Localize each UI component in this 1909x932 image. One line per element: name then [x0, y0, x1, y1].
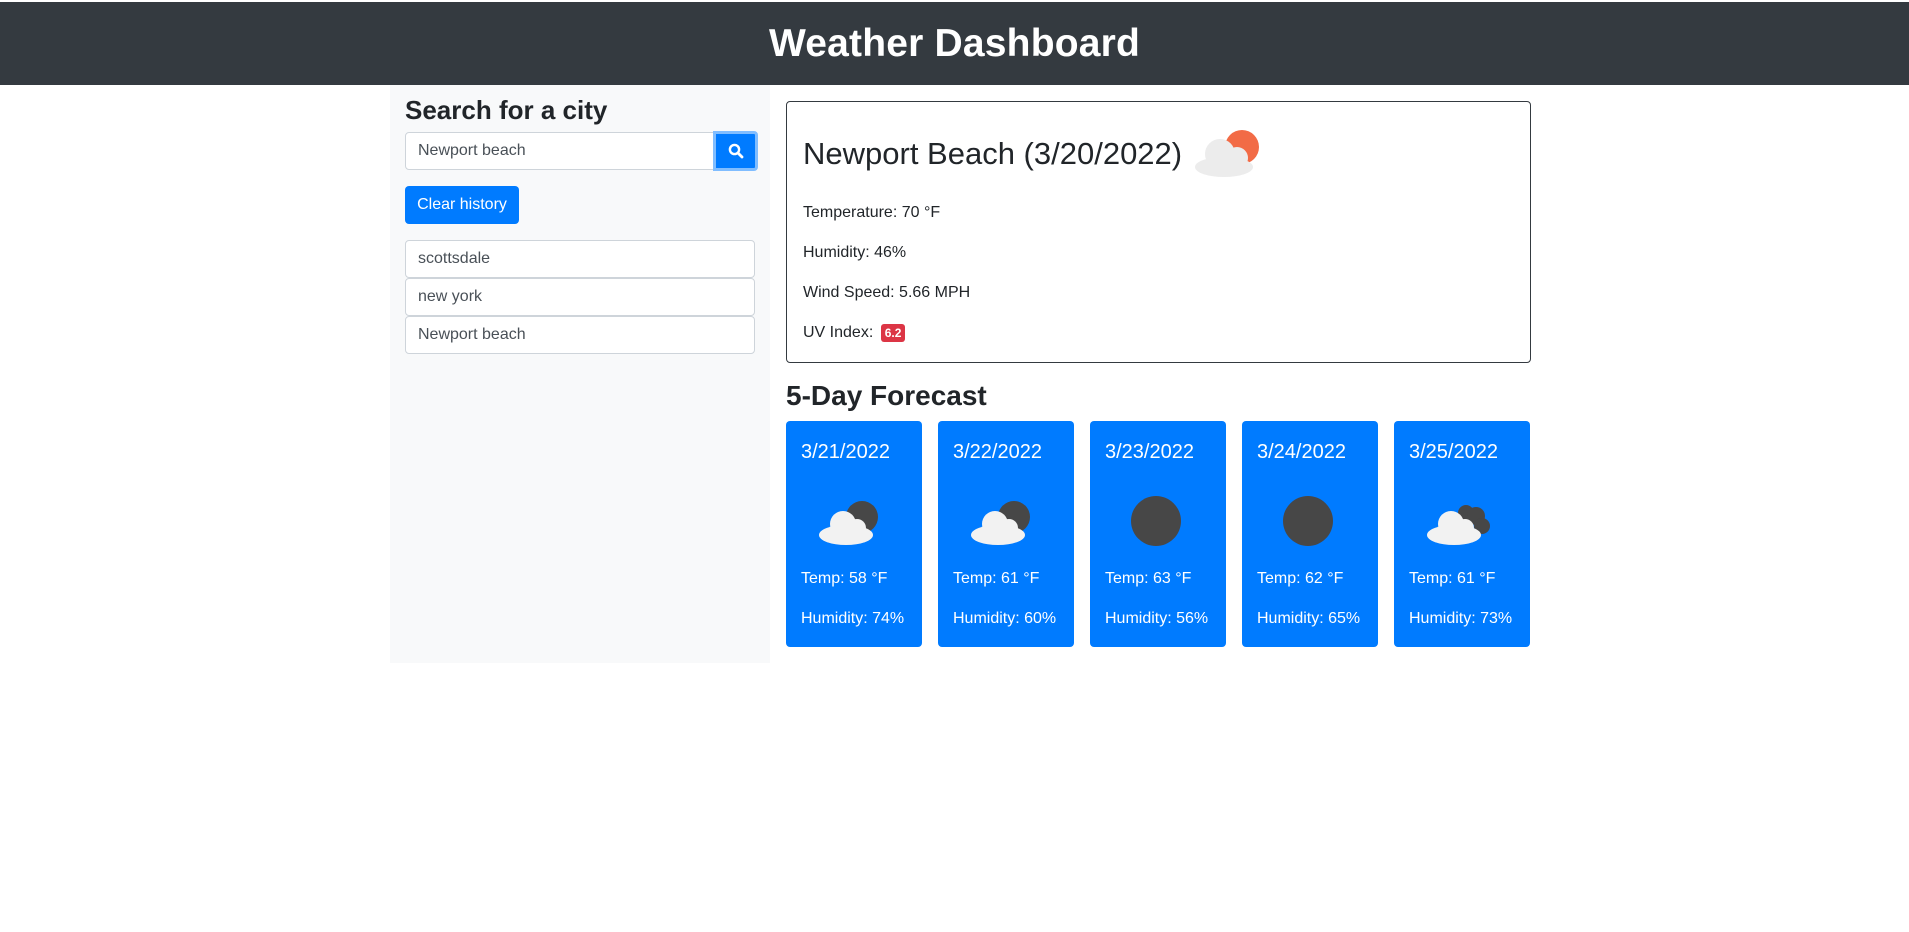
forecast-date: 3/21/2022	[801, 441, 890, 463]
history-item[interactable]: scottsdale	[405, 240, 755, 278]
clouds-night-icon	[1427, 505, 1490, 545]
forecast-card: 3/22/2022 Temp: 61 °F Humidity: 60%	[938, 421, 1074, 647]
search-button[interactable]	[713, 131, 758, 171]
navbar: Weather Dashboard	[0, 2, 1909, 85]
current-wind-speed: Wind Speed: 5.66 MPH	[803, 284, 971, 301]
uv-badge: 6.2	[880, 324, 906, 342]
forecast-card: 3/23/2022 Temp: 63 °F Humidity: 56%	[1090, 421, 1226, 647]
forecast-humidity: Humidity: 73%	[1409, 610, 1513, 627]
current-uv-index: UV Index: 6.2	[803, 324, 906, 342]
history-list: scottsdale new york Newport beach	[405, 240, 755, 354]
search-icon	[728, 143, 743, 159]
search-input[interactable]	[405, 132, 714, 170]
forecast-temp: Temp: 61 °F	[1409, 570, 1496, 587]
cloud-moon-icon	[819, 501, 878, 545]
page-title: Weather Dashboard	[768, 21, 1141, 65]
moon-icon	[1283, 496, 1333, 546]
forecast-card: 3/25/2022 Temp: 61 °F Humidity: 73%	[1394, 421, 1530, 647]
history-item[interactable]: Newport beach	[405, 316, 755, 354]
moon-icon	[1131, 496, 1181, 546]
forecast-temp: Temp: 62 °F	[1257, 570, 1344, 587]
search-heading: Search for a city	[405, 95, 608, 125]
history-item[interactable]: new york	[405, 278, 755, 316]
clear-history-button[interactable]: Clear history	[405, 186, 519, 224]
cloud-sun-icon	[1195, 130, 1259, 177]
forecast-date: 3/22/2022	[953, 441, 1042, 463]
forecast-humidity: Humidity: 56%	[1105, 610, 1209, 627]
forecast-temp: Temp: 63 °F	[1105, 570, 1192, 587]
cloud-moon-icon	[971, 501, 1030, 545]
forecast-humidity: Humidity: 60%	[953, 610, 1057, 627]
forecast-temp: Temp: 58 °F	[801, 570, 888, 587]
current-temperature: Temperature: 70 °F	[803, 204, 941, 221]
forecast-card: 3/24/2022 Temp: 62 °F Humidity: 65%	[1242, 421, 1378, 647]
forecast-humidity: Humidity: 74%	[801, 610, 905, 627]
forecast-humidity: Humidity: 65%	[1257, 610, 1361, 627]
current-humidity: Humidity: 46%	[803, 244, 907, 261]
forecast-date: 3/25/2022	[1409, 441, 1498, 463]
forecast-date: 3/23/2022	[1105, 441, 1194, 463]
forecast-temp: Temp: 61 °F	[953, 570, 1040, 587]
forecast-date: 3/24/2022	[1257, 441, 1346, 463]
current-city-title: Newport Beach (3/20/2022)	[803, 136, 1183, 171]
forecast-row: 3/21/2022 Temp: 58 °F Humidity: 74% 3/22…	[786, 421, 1531, 647]
forecast-heading: 5-Day Forecast	[786, 380, 987, 411]
forecast-card: 3/21/2022 Temp: 58 °F Humidity: 74%	[786, 421, 922, 647]
sidebar: Search for a city Clear history scottsda…	[390, 85, 770, 663]
current-weather-card: Newport Beach (3/20/2022) Temperature: 7…	[786, 101, 1531, 363]
uv-label: UV Index:	[803, 324, 874, 342]
